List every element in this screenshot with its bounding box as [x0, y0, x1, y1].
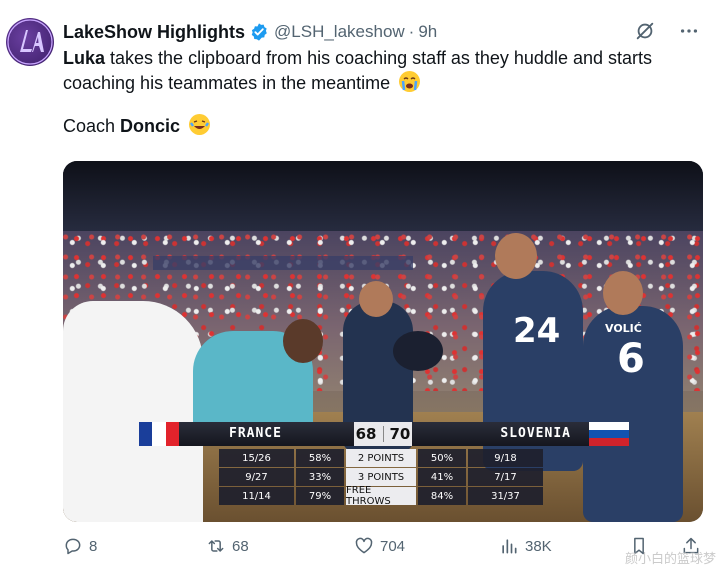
scoreboard-stats: 15/26 58% 2 POINTS 50% 9/18 9/27 33% 3 P…: [169, 449, 599, 507]
tweet-body: takes the clipboard from his coaching st…: [63, 48, 652, 93]
stat-row: 9/27 33% 3 POINTS 41% 7/17: [169, 468, 599, 486]
views-button[interactable]: 38K: [499, 536, 552, 556]
stat-right-made: 7/17: [468, 468, 543, 486]
team-right-name: SLOVENIA: [500, 426, 571, 441]
jersey-number-24: 24: [513, 311, 561, 351]
score-divider: [382, 426, 384, 442]
stat-left-made: 9/27: [219, 468, 294, 486]
team-left-name: FRANCE: [229, 426, 282, 441]
stat-left-made: 15/26: [219, 449, 294, 467]
tweet-text-line2: Coach Doncic: [63, 114, 703, 139]
tweet-text: Luka takes the clipboard from his coachi…: [63, 46, 703, 139]
arena-banner: [153, 256, 413, 270]
stat-label: 2 POINTS: [346, 449, 416, 467]
crying-face-emoji-icon: [399, 71, 421, 92]
stat-label: 3 POINTS: [346, 468, 416, 486]
separator-dot: ·: [408, 22, 415, 41]
avatar[interactable]: [6, 18, 54, 66]
grok-icon[interactable]: [634, 20, 656, 42]
user-handle[interactable]: @LSH_lakeshow: [274, 22, 405, 42]
france-flag-icon: [139, 422, 179, 446]
repost-button[interactable]: 68: [206, 536, 249, 556]
laughing-tears-emoji-icon: [189, 114, 211, 135]
like-count: 704: [380, 537, 406, 555]
player-head: [359, 281, 393, 317]
scoreboard: FRANCE 68 70 SLOVENIA 15/26 58% 2 POINTS…: [139, 422, 629, 507]
stat-right-pct: 84%: [418, 487, 466, 505]
analytics-icon: [502, 539, 517, 554]
stat-row: 15/26 58% 2 POINTS 50% 9/18: [169, 449, 599, 467]
reply-count: 8: [89, 537, 98, 555]
reply-button[interactable]: 8: [63, 536, 97, 556]
lakeshow-logo-icon: [7, 19, 53, 65]
score-right: 70: [389, 425, 411, 443]
score-box: 68 70: [354, 422, 412, 446]
stat-right-pct: 50%: [418, 449, 466, 467]
tweet-media-image[interactable]: 24 VOLIĆ 6 FRANCE 68 70 SLOVENIA 15/26 5…: [63, 161, 703, 522]
tweet-action-bar: 8 68 704 38K: [63, 536, 713, 564]
stat-right-made: 31/37: [468, 487, 543, 505]
staff-head: [283, 319, 323, 363]
arena-ceiling: [63, 161, 703, 241]
tweet-timestamp[interactable]: 9h: [418, 22, 437, 42]
scoreboard-header: FRANCE 68 70 SLOVENIA: [139, 422, 629, 446]
heart-icon: [355, 537, 373, 554]
coach-crouching: [393, 331, 443, 371]
repost-icon: [208, 540, 224, 552]
jersey-number-6: 6: [617, 336, 645, 382]
more-options-icon[interactable]: [678, 20, 700, 42]
stat-left-pct: 58%: [296, 449, 344, 467]
score-left: 68: [355, 425, 377, 443]
player-head: [603, 271, 643, 315]
display-name[interactable]: LakeShow Highlights: [63, 22, 245, 43]
like-button[interactable]: 704: [354, 536, 405, 556]
stat-right-pct: 41%: [418, 468, 466, 486]
slovenia-flag-icon: [589, 422, 629, 446]
stat-left-made: 11/14: [219, 487, 294, 505]
stat-left-pct: 79%: [296, 487, 344, 505]
stat-row: 11/14 79% FREE THROWS 84% 31/37: [169, 485, 599, 507]
tweet-text-line1: Luka takes the clipboard from his coachi…: [63, 46, 703, 96]
stat-left-pct: 33%: [296, 468, 344, 486]
view-count: 38K: [525, 537, 552, 555]
tweet-bold-name: Luka: [63, 48, 106, 68]
reply-icon: [65, 538, 81, 555]
player-head: [495, 233, 537, 279]
tweet-header: LakeShow Highlights @LSH_lakeshow · 9h: [63, 20, 700, 44]
tweet-line2-prefix: Coach: [63, 116, 121, 136]
watermark-text: 颜小白的篮球梦: [624, 552, 716, 567]
stat-right-made: 9/18: [468, 449, 543, 467]
jersey-name: VOLIĆ: [605, 322, 642, 335]
stat-label: FREE THROWS: [346, 485, 416, 507]
repost-count: 68: [232, 537, 249, 555]
tweet-line2-bold: Doncic: [120, 116, 181, 136]
verified-badge-icon: [249, 22, 269, 42]
